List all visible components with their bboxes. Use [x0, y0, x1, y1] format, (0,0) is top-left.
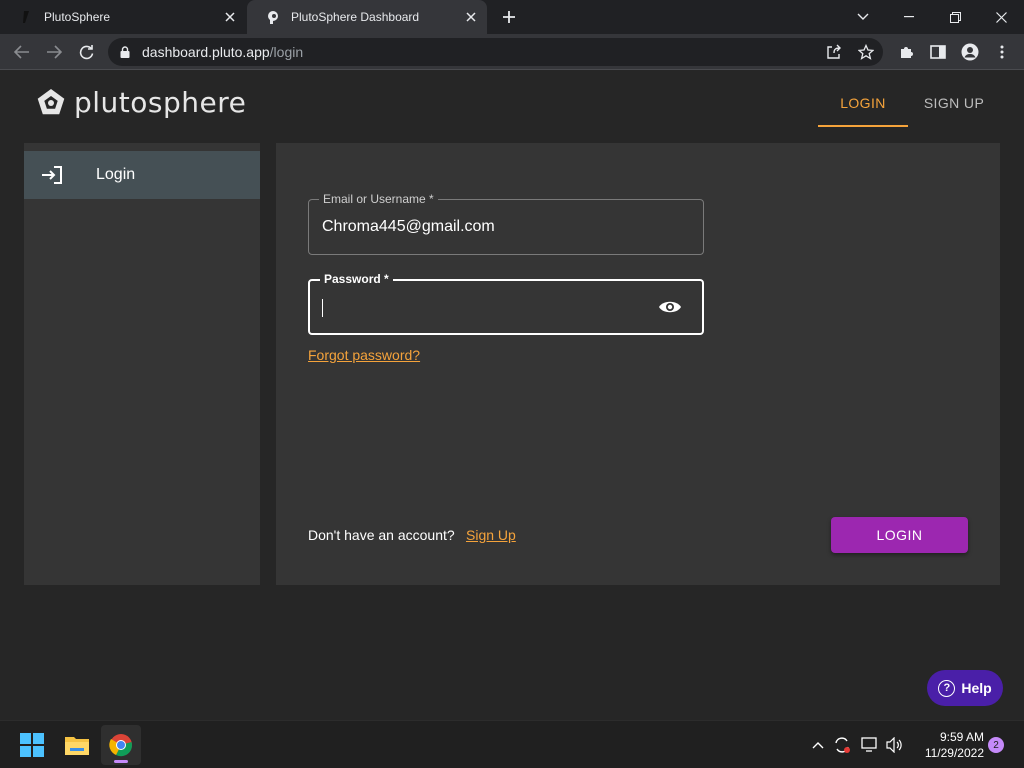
- plutosphere-logo-icon: [37, 88, 65, 114]
- help-label: Help: [961, 680, 992, 696]
- extensions-puzzle-icon[interactable]: [892, 38, 920, 66]
- browser-tab-bar: PlutoSphere PlutoSphere Dashboard: [0, 0, 1024, 34]
- clock-time: 9:59 AM: [939, 730, 984, 744]
- url-path: /login: [269, 44, 304, 60]
- sync-icon[interactable]: [832, 735, 852, 755]
- plutosphere-logo[interactable]: plutosphere: [36, 86, 246, 119]
- no-account-text: Don't have an account?: [308, 527, 455, 543]
- login-card: Email or Username * Chroma445@gmail.com …: [276, 143, 1000, 585]
- sidebar-item-label: Login: [96, 166, 136, 183]
- sidebar-item-login[interactable]: Login: [24, 151, 260, 199]
- side-panel-icon[interactable]: [924, 38, 952, 66]
- nav-signup-link[interactable]: SIGN UP: [916, 95, 992, 111]
- restore-button[interactable]: [932, 0, 978, 34]
- network-icon[interactable]: [860, 735, 880, 755]
- address-bar[interactable]: dashboard.pluto.app/login: [108, 38, 883, 66]
- url-host: dashboard.pluto.app: [142, 44, 270, 60]
- profile-icon[interactable]: [956, 38, 984, 66]
- browser-toolbar: dashboard.pluto.app/login: [0, 34, 1024, 70]
- email-label: Email or Username *: [319, 192, 438, 206]
- tab-title: PlutoSphere: [44, 10, 111, 24]
- system-clock[interactable]: 9:59 AM 11/29/2022: [912, 729, 984, 761]
- show-password-eye-icon[interactable]: [658, 297, 682, 317]
- forward-arrow-icon[interactable]: [40, 38, 68, 66]
- browser-menu-icon[interactable]: [988, 38, 1016, 66]
- share-icon[interactable]: [820, 38, 848, 66]
- reload-icon[interactable]: [72, 38, 100, 66]
- close-tab-icon[interactable]: [461, 7, 481, 27]
- back-arrow-icon[interactable]: [8, 38, 36, 66]
- sidebar: Login: [24, 143, 260, 585]
- clock-date: 11/29/2022: [924, 746, 984, 760]
- windows-start-icon[interactable]: [12, 725, 52, 765]
- help-button[interactable]: ? Help: [927, 670, 1003, 706]
- show-hidden-icons-chevron-icon[interactable]: [808, 735, 828, 755]
- minimize-button[interactable]: [886, 0, 932, 34]
- new-tab-button[interactable]: [498, 7, 520, 27]
- help-question-icon: ?: [938, 679, 956, 697]
- login-icon: [40, 163, 64, 187]
- password-field[interactable]: Password *: [308, 272, 704, 335]
- close-window-button[interactable]: [978, 0, 1024, 34]
- chrome-taskbar-icon[interactable]: [101, 725, 141, 765]
- login-button[interactable]: LOGIN: [831, 517, 968, 553]
- plutosphere-favicon-icon: [265, 9, 281, 25]
- url-text: dashboard.pluto.app/login: [142, 44, 303, 60]
- notification-badge[interactable]: 2: [988, 737, 1004, 753]
- page-content: plutosphere LOGIN SIGN UP Login Email or…: [0, 71, 1024, 720]
- active-app-indicator: [114, 760, 128, 763]
- close-tab-icon[interactable]: [220, 7, 240, 27]
- text-caret: [322, 299, 323, 317]
- file-explorer-icon[interactable]: [57, 725, 97, 765]
- tab-title: PlutoSphere Dashboard: [291, 10, 420, 24]
- taskbar: 9:59 AM 11/29/2022 2: [0, 720, 1024, 768]
- signup-link[interactable]: Sign Up: [466, 527, 516, 543]
- nav-login-link[interactable]: LOGIN: [818, 95, 908, 127]
- browser-tab-plutosphere[interactable]: PlutoSphere: [0, 0, 246, 34]
- logo-text: plutosphere: [74, 86, 247, 119]
- email-value: Chroma445@gmail.com: [322, 218, 495, 235]
- bookmark-star-icon[interactable]: [852, 38, 880, 66]
- tab-search-icon[interactable]: [840, 0, 886, 34]
- forgot-password-link[interactable]: Forgot password?: [308, 347, 420, 363]
- browser-tab-dashboard[interactable]: PlutoSphere Dashboard: [247, 0, 487, 34]
- volume-icon[interactable]: [885, 735, 905, 755]
- password-label: Password *: [320, 272, 393, 286]
- email-field[interactable]: Email or Username * Chroma445@gmail.com: [308, 192, 704, 255]
- lock-icon: [118, 45, 132, 59]
- pluto-favicon-icon: [18, 9, 34, 25]
